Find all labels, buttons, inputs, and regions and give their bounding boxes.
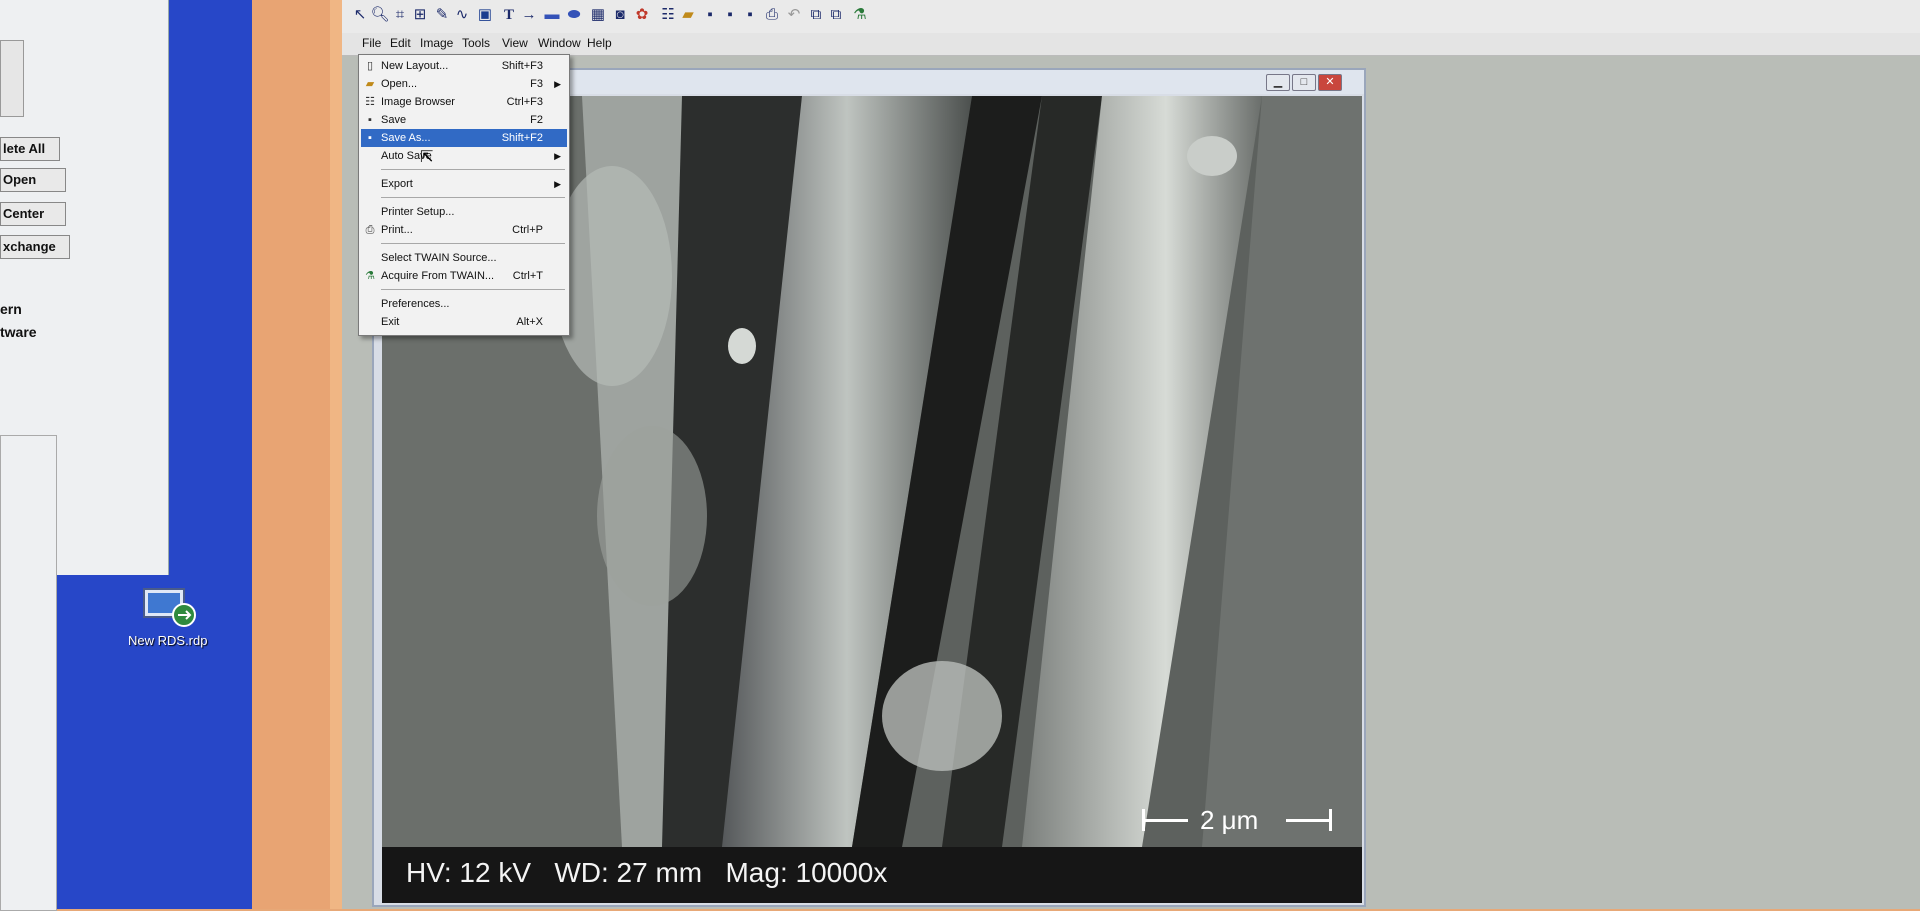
menu-separator [381,169,565,170]
menu-item-printer-setup[interactable]: Printer Setup... [361,203,567,221]
delete-all-button[interactable]: lete All [0,137,60,161]
floppy-disk-icon: ▪ [368,114,372,126]
remote-desktop-icon[interactable] [140,585,202,629]
rdp-icon-label: New RDS.rdp [128,633,208,648]
minimize-button[interactable]: ▁ [1266,74,1290,91]
rectangle-tool-icon[interactable]: ▬ [542,5,562,25]
menu-item-export[interactable]: Export ▶ [361,175,567,193]
menu-item-image-browser[interactable]: ☷ Image Browser Ctrl+F3 [361,93,567,111]
page-icon: ▯ [366,60,374,72]
image-browser-icon: ☷ [365,96,375,108]
arrow-tool-icon[interactable]: → [519,5,539,25]
menu-item-open[interactable]: ▰ Open... F3 ▶ [361,75,567,93]
monitor-bezel-inner [330,0,342,909]
menu-edit[interactable]: Edit [390,36,411,50]
menu-item-exit[interactable]: Exit Alt+X [361,313,567,331]
menu-item-save[interactable]: ▪ Save F2 [361,111,567,129]
menu-window[interactable]: Window [538,36,581,50]
menu-item-acquire-twain[interactable]: ⚗ Acquire From TWAIN... Ctrl+T [361,267,567,285]
paste-icon[interactable]: ⧉ [826,5,846,25]
scale-bar: 2 μm [1142,805,1332,835]
layout-icon[interactable]: ☷ [658,5,678,25]
printer-icon: ⎙ [365,224,375,236]
zoom-icon[interactable]: 🔍︎ [370,5,390,25]
grid-icon[interactable]: ▦ [588,5,608,25]
scanner-icon: ⚗ [365,270,375,282]
menu-help[interactable]: Help [587,36,612,50]
select-arrow-icon[interactable]: ↖ [350,5,370,25]
menu-item-select-twain[interactable]: Select TWAIN Source... [361,249,567,267]
sem-info-bar: 2 μm HV: 12 kV WD: 27 mm Mag: 10000x [382,805,1362,903]
save-icon[interactable]: ▪ [700,5,720,25]
submenu-arrow-icon: ▶ [554,151,561,161]
menu-separator [381,243,565,244]
scale-label: 2 μm [1200,805,1259,835]
save-as-icon: ▪ [368,132,372,144]
palette-icon[interactable]: ✿ [632,5,652,25]
submenu-arrow-icon: ▶ [554,179,561,189]
sem-parameters: HV: 12 kV WD: 27 mm Mag: 10000x [406,857,888,888]
file-menu-dropdown: ▯ New Layout... Shift+F3 ▰ Open... F3 ▶ … [358,54,570,336]
menu-image[interactable]: Image [420,36,453,50]
resize-icon[interactable]: ⊞ [410,5,430,25]
print-icon[interactable]: ⎙ [762,5,782,25]
menu-item-print[interactable]: ⎙ Print... Ctrl+P [361,221,567,239]
acquire-icon[interactable]: ⚗ [850,5,870,25]
menu-item-preferences[interactable]: Preferences... [361,295,567,313]
text-tool-icon[interactable]: T [499,5,519,25]
left-panel-text-2: tware [0,324,37,340]
menu-separator [381,197,565,198]
line-profile-icon[interactable]: ∿ [452,5,472,25]
menu-file[interactable]: File [362,36,381,50]
close-button[interactable]: ✕ [1318,74,1342,91]
left-dialog [0,435,57,911]
text-annot-icon[interactable]: ✎ [432,5,452,25]
maximize-button[interactable]: □ [1292,74,1316,91]
crop-icon[interactable]: ⌗ [390,5,410,25]
menu-separator [381,289,565,290]
camera-icon[interactable]: ◙ [610,5,630,25]
folder-open-icon: ▰ [365,78,375,90]
left-panel-frame [0,40,24,117]
ellipse-tool-icon[interactable]: ⬬ [564,5,584,25]
toolbar: ↖ 🔍︎ ⌗ ⊞ ✎ ∿ ▣ T → ▬ ⬬ ▦ ◙ ✿ ☷ ▰ ▪ ▪ ▪ ⎙… [342,0,1920,34]
left-panel-text-1: ern [0,301,22,317]
center-button[interactable]: Center [0,202,66,226]
menubar: File Edit Image Tools View Window Help [342,33,1920,56]
open-button[interactable]: Open [0,168,66,192]
undo-icon[interactable]: ↶ [784,5,804,25]
twain-icon[interactable]: ▣ [475,5,495,25]
exchange-button[interactable]: xchange [0,235,70,259]
menu-item-new-layout[interactable]: ▯ New Layout... Shift+F3 [361,57,567,75]
mouse-cursor-icon: ⇱ [420,149,434,166]
save-layout-icon[interactable]: ▪ [740,5,760,25]
menu-item-save-as[interactable]: ▪ Save As... Shift+F2 [361,129,567,147]
submenu-arrow-icon: ▶ [554,79,561,89]
workspace: ▁ □ ✕ 2 μm HV: 12 kV WD: 27 mm Mag: 1000… [342,56,1920,909]
save-all-icon[interactable]: ▪ [720,5,740,25]
menu-item-auto-save[interactable]: Auto Save ▶ [361,147,567,165]
open-folder-icon[interactable]: ▰ [678,5,698,25]
copy-icon[interactable]: ⧉ [806,5,826,25]
menu-view[interactable]: View [502,36,528,50]
menu-tools[interactable]: Tools [462,36,490,50]
main-screen: ↖ 🔍︎ ⌗ ⊞ ✎ ∿ ▣ T → ▬ ⬬ ▦ ◙ ✿ ☷ ▰ ▪ ▪ ▪ ⎙… [342,0,1920,909]
